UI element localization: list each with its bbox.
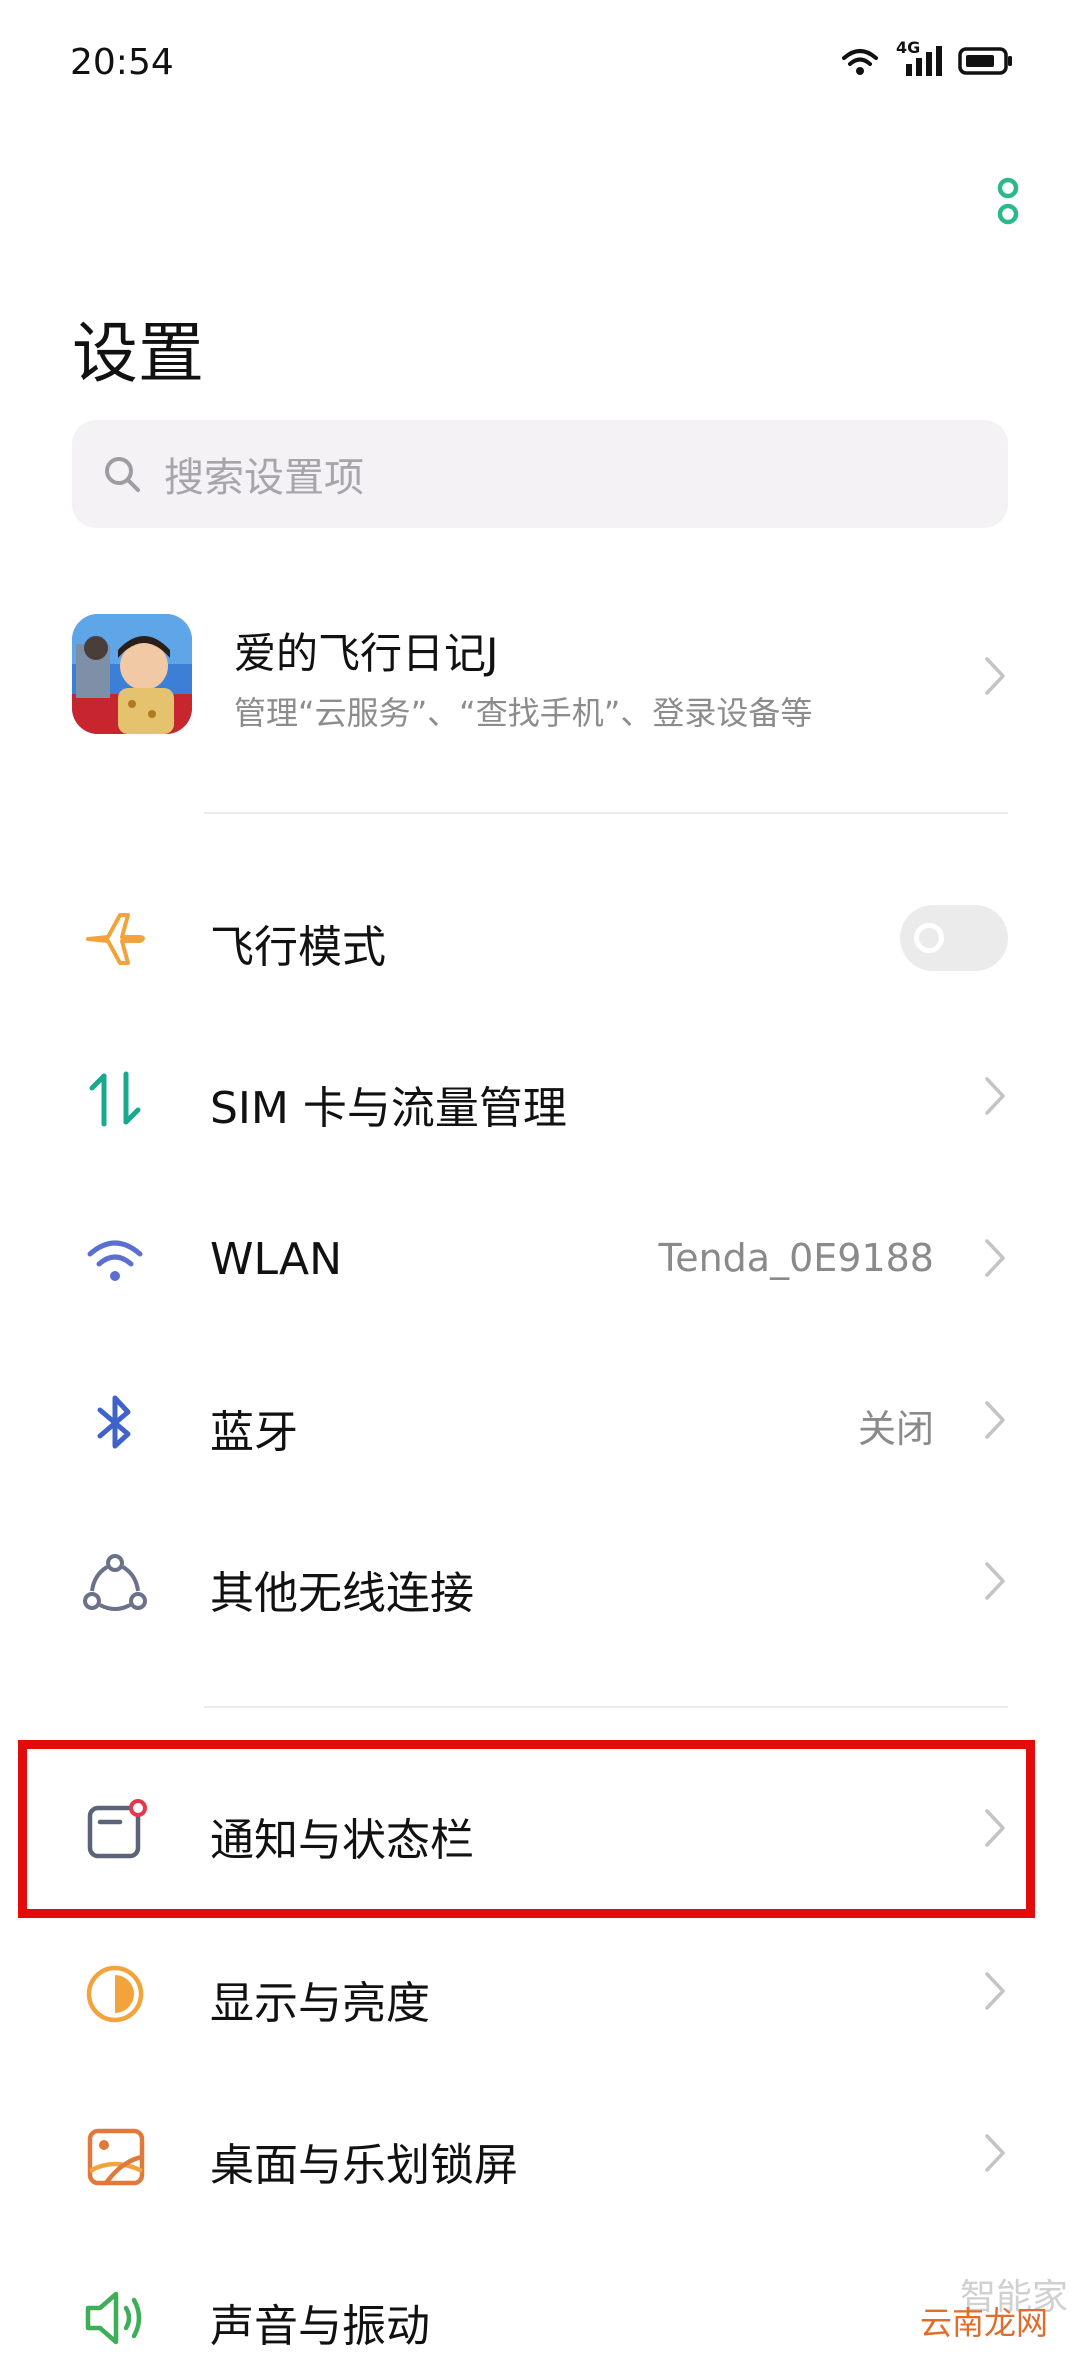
status-icons: 4G — [840, 38, 1014, 78]
wallpaper-icon — [87, 2128, 145, 2186]
status-time: 20:54 — [70, 42, 174, 83]
watermark-text-2: 云南龙网 — [919, 2304, 1048, 2342]
airplane-icon — [86, 913, 145, 965]
divider — [204, 1706, 1008, 1708]
chevron-right-icon — [985, 1239, 1005, 1277]
toggle-knob — [914, 923, 944, 953]
chevron-right-icon — [985, 1562, 1005, 1600]
bluetooth-icon — [97, 1395, 131, 1449]
wlan-row[interactable]: WLAN Tenda_0E9188 — [0, 1198, 1080, 1318]
bluetooth-label: 蓝牙 — [210, 1407, 298, 1458]
chevron-right-icon — [985, 657, 1005, 695]
account-subtitle: 管理“云服务”、“查找手机”、登录设备等 — [234, 694, 813, 732]
more-vertical-icon — [997, 177, 1019, 225]
airplane-mode-toggle[interactable] — [900, 905, 1008, 971]
chevron-right-icon — [985, 1972, 1005, 2010]
account-row[interactable]: 爱的飞行日记J 管理“云服务”、“查找手机”、登录设备等 — [0, 590, 1080, 760]
brightness-icon — [86, 1965, 144, 2023]
sim-label: SIM 卡与流量管理 — [210, 1083, 567, 1134]
search-icon — [105, 457, 140, 492]
highlight-annotation-box — [18, 1740, 1035, 1918]
chevron-right-icon — [985, 2134, 1005, 2172]
sim-row[interactable]: SIM 卡与流量管理 — [0, 1036, 1080, 1156]
cellular-status-icon: 4G — [896, 38, 942, 78]
battery-icon — [958, 47, 1012, 75]
wlan-value: Tenda_0E9188 — [658, 1236, 934, 1280]
bluetooth-value: 关闭 — [857, 1407, 934, 1451]
sound-row[interactable]: 声音与振动 — [0, 2254, 1080, 2374]
chevron-right-icon — [985, 1401, 1005, 1439]
sound-label: 声音与振动 — [210, 2301, 430, 2352]
more-options-button[interactable] — [990, 176, 1026, 232]
divider — [204, 812, 1008, 814]
bluetooth-row[interactable]: 蓝牙 关闭 — [0, 1360, 1080, 1480]
page-title: 设置 — [72, 315, 204, 392]
wallpaper-label: 桌面与乐划锁屏 — [210, 2140, 518, 2191]
airplane-mode-label: 飞行模式 — [210, 922, 386, 973]
display-label: 显示与亮度 — [210, 1978, 430, 2029]
other-wireless-label: 其他无线连接 — [210, 1568, 474, 1619]
wifi-icon — [87, 1240, 143, 1281]
wlan-label: WLAN — [210, 1234, 343, 1285]
data-transfer-icon — [89, 1071, 141, 1127]
speaker-icon — [85, 2291, 142, 2345]
search-placeholder: 搜索设置项 — [164, 455, 364, 501]
display-row[interactable]: 显示与亮度 — [0, 1931, 1080, 2051]
wifi-status-icon — [842, 49, 878, 75]
airplane-mode-row[interactable]: 飞行模式 — [0, 875, 1080, 995]
other-wireless-row[interactable]: 其他无线连接 — [0, 1521, 1080, 1641]
search-input[interactable]: 搜索设置项 — [72, 420, 1008, 528]
avatar — [72, 614, 192, 734]
connections-icon — [83, 1554, 147, 1611]
chevron-right-icon — [985, 1077, 1005, 1115]
account-name: 爱的飞行日记J — [234, 629, 499, 678]
wallpaper-row[interactable]: 桌面与乐划锁屏 — [0, 2093, 1080, 2213]
